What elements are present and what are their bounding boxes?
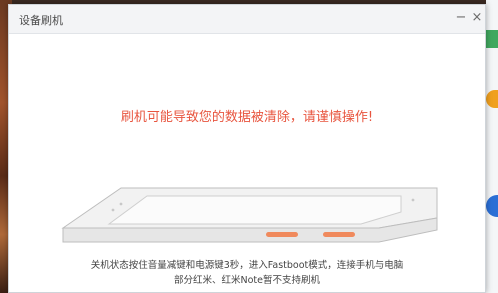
fastboot-instructions: 关机状态按住音量减键和电源键3秒，进入Fastboot模式，连接手机与电脑 部分…	[9, 258, 485, 288]
phone-illustration	[61, 186, 441, 248]
camera-dot	[411, 198, 415, 202]
instruction-line-2: 部分红米、红米Note暂不支持刷机	[174, 275, 320, 286]
camera-dot	[111, 208, 115, 212]
background-app-sliver	[486, 30, 498, 48]
minimize-icon[interactable]: −	[453, 10, 469, 26]
phone-illustration-svg	[61, 187, 438, 243]
flash-device-dialog: 设备刷机 − × 刷机可能导致您的数据被清除，请谨慎操作! 关机状态按住音量减键…	[8, 4, 486, 293]
data-loss-warning: 刷机可能导致您的数据被清除，请谨慎操作!	[120, 110, 374, 125]
screen: 设备刷机 − × 刷机可能导致您的数据被清除，请谨慎操作! 关机状态按住音量减键…	[0, 0, 498, 293]
dialog-title: 设备刷机	[19, 14, 63, 27]
dialog-titlebar[interactable]: 设备刷机 − ×	[9, 5, 485, 34]
volume-down-button-highlight	[266, 232, 298, 237]
background-app-sliver	[486, 195, 498, 217]
power-button-highlight	[323, 232, 355, 237]
background-app-sliver	[486, 90, 498, 108]
instruction-line-1: 关机状态按住音量减键和电源键3秒，进入Fastboot模式，连接手机与电脑	[90, 260, 404, 271]
desktop-background-right	[486, 0, 498, 293]
camera-dot	[119, 202, 123, 206]
close-icon[interactable]: ×	[469, 10, 485, 26]
